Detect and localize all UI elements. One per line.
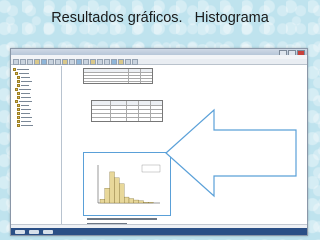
toolbar-button-11[interactable] bbox=[83, 58, 89, 65]
toolbar-button-14[interactable] bbox=[104, 58, 110, 65]
folder-icon bbox=[17, 108, 20, 111]
tree-node[interactable] bbox=[15, 88, 31, 91]
folder-icon bbox=[17, 96, 20, 99]
tree-node[interactable] bbox=[17, 92, 30, 95]
folder-icon bbox=[17, 80, 20, 83]
toolbar-button-10[interactable] bbox=[76, 58, 82, 65]
tree-node[interactable] bbox=[13, 68, 29, 71]
toolbar-button-15[interactable] bbox=[111, 58, 117, 65]
histogram-bar bbox=[148, 202, 154, 204]
histogram-chart bbox=[97, 164, 161, 204]
histogram-bar bbox=[143, 202, 149, 204]
folder-icon bbox=[17, 116, 20, 119]
folder-icon bbox=[17, 120, 20, 123]
output-navigator-tree bbox=[11, 66, 62, 228]
histogram-bar bbox=[124, 196, 130, 204]
chart-legend bbox=[141, 164, 161, 173]
tree-node[interactable] bbox=[17, 80, 32, 83]
tree-node[interactable] bbox=[17, 96, 31, 99]
taskbar-item[interactable] bbox=[43, 229, 53, 234]
tree-node[interactable] bbox=[17, 108, 31, 111]
toolbar-button-3[interactable] bbox=[27, 58, 33, 65]
output-viewer bbox=[63, 66, 303, 228]
toolbar-button-17[interactable] bbox=[125, 58, 131, 65]
toolbar bbox=[11, 58, 307, 65]
toolbar-button-18[interactable] bbox=[132, 58, 138, 65]
toolbar-button-12[interactable] bbox=[90, 58, 96, 65]
toolbar-button-7[interactable] bbox=[55, 58, 61, 65]
histogram-output-box[interactable] bbox=[83, 152, 171, 216]
toolbar-button-6[interactable] bbox=[48, 58, 54, 65]
histogram-bar bbox=[99, 199, 105, 204]
folder-icon bbox=[17, 84, 20, 87]
toolbar-button-13[interactable] bbox=[97, 58, 103, 65]
histogram-bar bbox=[119, 183, 125, 204]
tree-node[interactable] bbox=[17, 84, 29, 87]
toolbar-button-9[interactable] bbox=[69, 58, 75, 65]
folder-icon bbox=[15, 72, 18, 75]
folder-icon bbox=[17, 112, 20, 115]
tree-node[interactable] bbox=[17, 120, 31, 123]
folder-icon bbox=[13, 68, 16, 71]
folder-icon bbox=[17, 76, 20, 79]
folder-icon bbox=[17, 104, 20, 107]
toolbar-button-5[interactable] bbox=[41, 58, 47, 65]
tree-node[interactable] bbox=[15, 72, 29, 75]
tree-node[interactable] bbox=[17, 112, 30, 115]
tree-node[interactable] bbox=[17, 116, 32, 119]
statistics-table bbox=[83, 68, 153, 84]
taskbar-item[interactable] bbox=[15, 229, 25, 234]
histogram-bar bbox=[104, 188, 110, 204]
frequency-table bbox=[91, 100, 163, 122]
slide-title: Resultados gráficos. Histograma bbox=[51, 10, 269, 26]
toolbar-button-8[interactable] bbox=[62, 58, 68, 65]
histogram-bar bbox=[138, 200, 144, 204]
histogram-bar bbox=[109, 171, 115, 204]
histogram-bar bbox=[133, 199, 139, 204]
taskbar-item[interactable] bbox=[29, 229, 39, 234]
folder-icon bbox=[17, 92, 20, 95]
application-window bbox=[10, 48, 308, 236]
taskbar bbox=[11, 228, 307, 235]
folder-icon bbox=[15, 88, 18, 91]
histogram-bar bbox=[128, 198, 134, 204]
histogram-bar bbox=[114, 177, 120, 204]
folder-icon bbox=[17, 124, 20, 127]
toolbar-button-1[interactable] bbox=[13, 58, 19, 65]
toolbar-button-4[interactable] bbox=[34, 58, 40, 65]
tree-node[interactable] bbox=[17, 104, 29, 107]
tree-node[interactable] bbox=[15, 100, 32, 103]
folder-icon bbox=[15, 100, 18, 103]
tree-node[interactable] bbox=[17, 124, 33, 127]
toolbar-button-16[interactable] bbox=[118, 58, 124, 65]
tree-node[interactable] bbox=[17, 76, 30, 79]
toolbar-button-2[interactable] bbox=[20, 58, 26, 65]
